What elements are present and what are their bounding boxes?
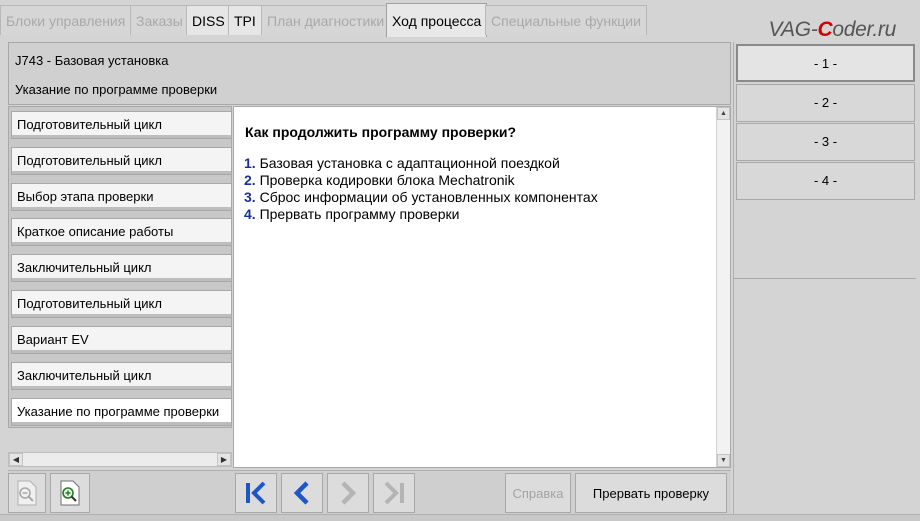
- option-text: Прервать программу проверки: [255, 206, 460, 222]
- first-step-icon: [246, 481, 266, 505]
- zoom-in-icon: [60, 480, 80, 506]
- option-number: 1.: [244, 155, 256, 171]
- tab-special-functions[interactable]: Специальные функции: [485, 5, 647, 35]
- choice-button-1[interactable]: - 1 -: [736, 44, 915, 82]
- scroll-right-icon[interactable]: ▶: [217, 453, 231, 466]
- step-item[interactable]: Подготовительный цикл: [11, 290, 231, 318]
- step-item-current[interactable]: Указание по программе проверки: [11, 398, 231, 426]
- help-button[interactable]: Справка: [505, 473, 571, 513]
- last-step-button[interactable]: [373, 473, 415, 513]
- status-strip: [0, 514, 920, 521]
- option-line: 4. Прервать программу проверки: [244, 206, 598, 223]
- next-step-icon: [341, 481, 357, 505]
- option-number: 3.: [244, 189, 256, 205]
- tab-process-flow[interactable]: Ход процесса: [386, 3, 488, 37]
- previous-step-icon: [293, 481, 309, 505]
- instruction-vertical-scrollbar[interactable]: ▲ ▼: [716, 107, 730, 467]
- option-text: Сброс информации об установленных компон…: [255, 189, 598, 205]
- tab-orders[interactable]: Заказы: [130, 5, 189, 35]
- last-step-icon: [384, 481, 404, 505]
- zoom-in-button[interactable]: [50, 473, 90, 513]
- step-item[interactable]: Подготовительный цикл: [11, 111, 231, 139]
- procedure-title: J743 - Базовая установка: [15, 53, 169, 68]
- zoom-out-button[interactable]: [8, 473, 46, 513]
- option-text: Проверка кодировки блока Mechatronik: [255, 172, 515, 188]
- option-line: 1. Базовая установка с адаптационной пое…: [244, 155, 598, 172]
- option-line: 3. Сброс информации об установленных ком…: [244, 189, 598, 206]
- tab-diagnostic-plan[interactable]: План диагностики: [261, 5, 391, 35]
- abort-check-button[interactable]: Прервать проверку: [575, 473, 727, 513]
- instruction-options: 1. Базовая установка с адаптационной пое…: [244, 155, 598, 223]
- option-text: Базовая установка с адаптационной поездк…: [255, 155, 560, 171]
- step-item[interactable]: Заключительный цикл: [11, 254, 231, 282]
- option-number: 4.: [244, 206, 256, 222]
- tab-bar: Блоки управления Заказы DISS TPI План ди…: [0, 0, 920, 42]
- watermark-prefix: VAG-: [768, 18, 818, 41]
- watermark-c: C: [817, 18, 833, 41]
- choice-panel-divider: [734, 278, 916, 279]
- tab-tpi[interactable]: TPI: [228, 5, 262, 35]
- step-item[interactable]: Краткое описание работы: [11, 218, 231, 246]
- step-item[interactable]: Выбор этапа проверки: [11, 183, 231, 211]
- choice-button-3[interactable]: - 3 -: [736, 123, 915, 161]
- choice-panel: - 1 - - 2 - - 3 - - 4 -: [733, 42, 916, 514]
- steps-list: Подготовительный цикл Подготовительный ц…: [8, 106, 232, 428]
- step-item[interactable]: Заключительный цикл: [11, 362, 231, 390]
- option-number: 2.: [244, 172, 256, 188]
- previous-step-button[interactable]: [281, 473, 323, 513]
- scroll-up-icon[interactable]: ▲: [717, 107, 730, 120]
- option-line: 2. Проверка кодировки блока Mechatronik: [244, 172, 598, 189]
- watermark-suffix: oder.ru: [832, 18, 896, 41]
- instruction-question: Как продолжить программу проверки?: [245, 124, 517, 140]
- procedure-header: J743 - Базовая установка Указание по про…: [8, 42, 731, 105]
- first-step-button[interactable]: [235, 473, 277, 513]
- choice-button-2[interactable]: - 2 -: [736, 84, 915, 122]
- scroll-down-icon[interactable]: ▼: [717, 454, 730, 467]
- watermark-logo: VAG-Coder.ru: [768, 18, 896, 42]
- step-item[interactable]: Подготовительный цикл: [11, 147, 231, 175]
- scroll-left-icon[interactable]: ◀: [9, 453, 23, 466]
- steps-horizontal-scrollbar[interactable]: ◀ ▶: [8, 452, 232, 467]
- procedure-subtitle: Указание по программе проверки: [15, 82, 218, 97]
- step-item[interactable]: Вариант EV: [11, 326, 231, 354]
- tab-control-units[interactable]: Блоки управления: [0, 5, 132, 35]
- next-step-button[interactable]: [327, 473, 369, 513]
- bottom-toolbar: Справка Прервать проверку: [8, 470, 731, 514]
- zoom-out-icon: [17, 480, 37, 506]
- tab-diss[interactable]: DISS: [186, 5, 231, 35]
- choice-button-4[interactable]: - 4 -: [736, 162, 915, 200]
- instruction-panel: Как продолжить программу проверки? 1. Ба…: [233, 106, 731, 468]
